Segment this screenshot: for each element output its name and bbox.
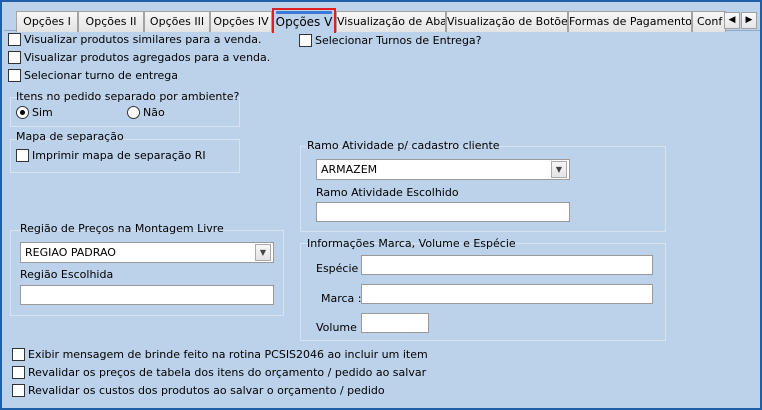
print-separation-map-checkbox[interactable]: [16, 149, 29, 162]
species-field[interactable]: [361, 255, 653, 275]
tab-conf[interactable]: Conf: [692, 11, 726, 32]
volume-field[interactable]: [361, 313, 429, 333]
price-region-chosen-field[interactable]: [20, 285, 274, 305]
tab-visualizacao-botoes[interactable]: Visualização de Botões: [446, 11, 568, 32]
brand-label: Marca :: [321, 292, 362, 305]
delivery-shift-label: Selecionar turno de entrega: [24, 69, 179, 82]
species-label: Espécie :: [316, 262, 366, 275]
aggregated-products-checkbox[interactable]: [8, 51, 21, 64]
tab-opcoes-iv[interactable]: Opções IV: [210, 11, 272, 32]
revalidate-prices-label: Revalidar os preços de tabela dos itens …: [28, 366, 427, 379]
activity-chosen-label: Ramo Atividade Escolhido: [316, 186, 459, 199]
nao-label: Não: [143, 106, 165, 119]
revalidate-costs-checkbox[interactable]: [12, 384, 25, 397]
tab-visualizacao-abas[interactable]: Visualização de Abas: [336, 11, 446, 32]
sim-label: Sim: [32, 106, 53, 119]
volume-label: Volume :: [316, 321, 365, 334]
activity-chosen-field[interactable]: [316, 202, 570, 222]
tab-scroll-left-icon[interactable]: ◀: [724, 12, 740, 29]
price-region-select-value: REGIAO PADRAO: [25, 246, 116, 259]
activity-title: Ramo Atividade p/ cadastro cliente: [307, 139, 500, 152]
tab-opcoes-v[interactable]: Opções V: [272, 8, 336, 33]
chevron-down-icon[interactable]: ▼: [255, 244, 271, 261]
tab-opcoes-i[interactable]: Opções I: [16, 11, 78, 32]
print-separation-map-label: Imprimir mapa de separação RI: [32, 149, 206, 162]
tab-opcoes-ii[interactable]: Opções II: [78, 11, 144, 32]
similar-products-label: Visualizar produtos similares para a ven…: [24, 33, 262, 46]
chevron-down-icon[interactable]: ▼: [551, 161, 567, 178]
aggregated-products-label: Visualizar produtos agregados para a ven…: [24, 51, 271, 64]
options-panel: Opções I Opções II Opções III Opções IV …: [0, 0, 762, 410]
tab-scroll-right-icon[interactable]: ▶: [741, 12, 757, 29]
tab-bar: Opções I Opções II Opções III Opções IV …: [4, 4, 760, 33]
delivery-shifts-question-label: Selecionar Turnos de Entrega?: [315, 34, 482, 47]
tab-formas-pagamento[interactable]: Formas de Pagamento: [568, 11, 692, 32]
delivery-shifts-question-checkbox[interactable]: [299, 34, 312, 47]
separate-items-title: Itens no pedido separado por ambiente?: [16, 90, 240, 103]
separation-map-title: Mapa de separação: [16, 130, 124, 143]
price-region-chosen-label: Região Escolhida: [20, 268, 114, 281]
sim-radio[interactable]: [16, 106, 29, 119]
revalidate-prices-checkbox[interactable]: [12, 366, 25, 379]
brand-field[interactable]: [361, 284, 653, 304]
brand-info-title: Informações Marca, Volume e Espécie: [307, 237, 516, 250]
gift-message-label: Exibir mensagem de brinde feito na rotin…: [28, 348, 428, 361]
price-region-select[interactable]: REGIAO PADRAO ▼: [20, 242, 274, 263]
activity-select[interactable]: ARMAZEM ▼: [316, 159, 570, 180]
tab-opcoes-iii[interactable]: Opções III: [144, 11, 210, 32]
revalidate-costs-label: Revalidar os custos dos produtos ao salv…: [28, 384, 385, 397]
delivery-shift-checkbox[interactable]: [8, 69, 21, 82]
activity-select-value: ARMAZEM: [321, 163, 378, 176]
price-region-title: Região de Preços na Montagem Livre: [20, 222, 224, 235]
nao-radio[interactable]: [127, 106, 140, 119]
gift-message-checkbox[interactable]: [12, 348, 25, 361]
similar-products-checkbox[interactable]: [8, 33, 21, 46]
